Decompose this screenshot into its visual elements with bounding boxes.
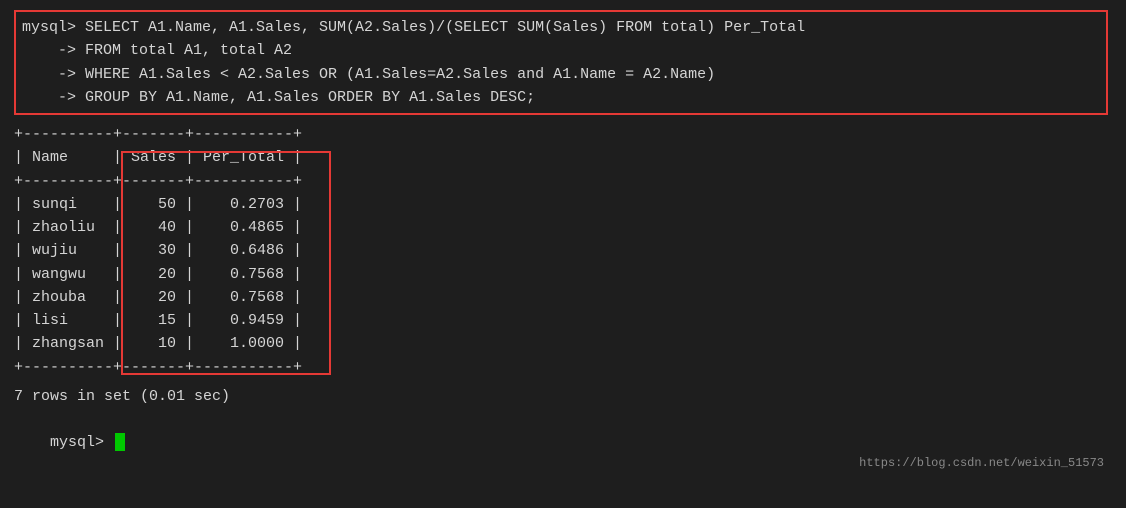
watermark: https://blog.csdn.net/weixin_51573 (859, 456, 1104, 470)
final-prompt-text: mysql> (50, 434, 113, 451)
prompt-main: mysql> (22, 19, 85, 36)
prompt-cont-3: -> (22, 89, 85, 106)
prompt-cont-2: -> (22, 66, 85, 83)
row-1: | zhaoliu | 40 | 0.4865 | (14, 216, 1112, 239)
table-header: | Name | Sales | Per_Total | (14, 146, 1112, 169)
query-line-2: -> FROM total A1, total A2 (22, 39, 1100, 62)
row-3: | wangwu | 20 | 0.7568 | (14, 263, 1112, 286)
cursor-block (115, 433, 125, 451)
row-5: | lisi | 15 | 0.9459 | (14, 309, 1112, 332)
query-line-4: -> GROUP BY A1.Name, A1.Sales ORDER BY A… (22, 86, 1100, 109)
table-area: +----------+-------+-----------+ | Name … (14, 123, 1112, 379)
prompt-cont-1: -> (22, 42, 85, 59)
separator-bot: +----------+-------+-----------+ (14, 356, 1112, 379)
query-line-3: -> WHERE A1.Sales < A2.Sales OR (A1.Sale… (22, 63, 1100, 86)
row-2: | wujiu | 30 | 0.6486 | (14, 239, 1112, 262)
footer-text: 7 rows in set (0.01 sec) (14, 385, 1112, 408)
terminal: mysql> SELECT A1.Name, A1.Sales, SUM(A2.… (14, 10, 1112, 478)
row-6: | zhangsan | 10 | 1.0000 | (14, 332, 1112, 355)
row-0: | sunqi | 50 | 0.2703 | (14, 193, 1112, 216)
separator-mid: +----------+-------+-----------+ (14, 170, 1112, 193)
separator-top: +----------+-------+-----------+ (14, 123, 1112, 146)
row-4: | zhouba | 20 | 0.7568 | (14, 286, 1112, 309)
query-line-1: mysql> SELECT A1.Name, A1.Sales, SUM(A2.… (22, 16, 1100, 39)
query-block: mysql> SELECT A1.Name, A1.Sales, SUM(A2.… (14, 10, 1108, 115)
